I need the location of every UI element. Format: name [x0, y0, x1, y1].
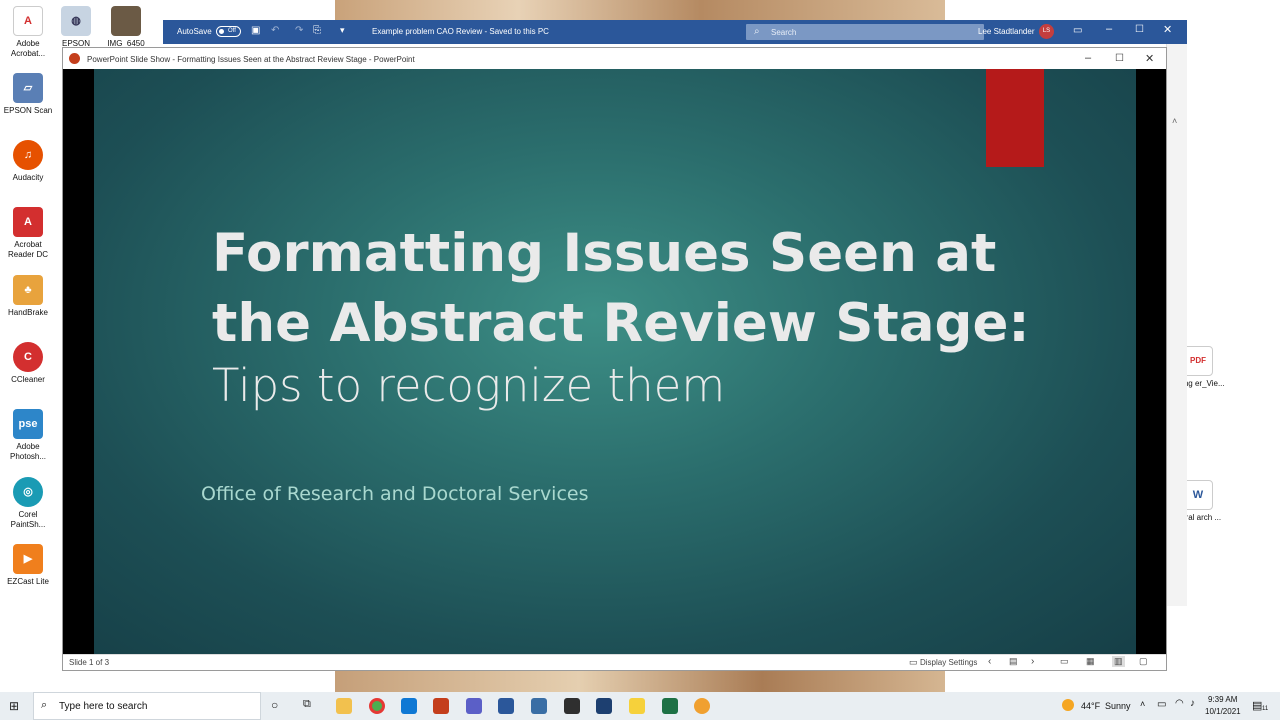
search-icon: ⌕: [754, 26, 760, 37]
taskbar: ⊞ ⌕ Type here to search ○ ⧉ 44°F Sunny ˄…: [0, 692, 1280, 720]
word-icon[interactable]: [498, 698, 514, 714]
audacity-icon: ♫: [13, 140, 43, 170]
slide-subtitle: Tips to recognize them: [212, 359, 726, 412]
volume-icon[interactable]: ♪: [1190, 698, 1195, 709]
handbrake-icon: ♣: [13, 275, 43, 305]
ccleaner-icon: C: [13, 342, 43, 372]
desktop-icon-handbrake[interactable]: ♣ HandBrake: [0, 275, 56, 318]
wifi-icon[interactable]: ◠: [1175, 698, 1184, 709]
word-document-title: Example problem CAO Review - Saved to th…: [372, 27, 549, 36]
search-icon: ⌕: [41, 699, 48, 711]
image-thumbnail-icon: [111, 6, 141, 36]
task-view-icon[interactable]: ⧉: [303, 698, 311, 711]
pdf-file-icon: PDF: [1183, 346, 1213, 376]
sticky-notes-icon[interactable]: [629, 698, 645, 714]
desktop-icon-ezcast[interactable]: ▶ EZCast Lite: [0, 544, 56, 587]
powerpoint-icon[interactable]: [433, 698, 449, 714]
jetbrains-icon[interactable]: [531, 698, 547, 714]
terminal-icon[interactable]: [564, 698, 580, 714]
acrobat-reader-icon: A: [13, 207, 43, 237]
normal-view-icon[interactable]: ▭: [1060, 656, 1069, 667]
autosave-label: AutoSave: [177, 27, 212, 36]
chevron-up-icon[interactable]: ˄: [1140, 699, 1145, 709]
taskbar-search-box[interactable]: ⌕ Type here to search: [33, 692, 261, 720]
ribbon-display-icon[interactable]: ▭: [1073, 25, 1082, 36]
desktop-icon-epson[interactable]: ◍ EPSON: [48, 6, 104, 49]
weather-temperature[interactable]: 44°F: [1081, 701, 1100, 711]
photoshop-elements-icon: pse: [13, 409, 43, 439]
slide-title: Formatting Issues Seen at the Abstract R…: [212, 223, 1030, 354]
network-icon[interactable]: ▭: [1157, 699, 1166, 710]
slideshow-window: PowerPoint Slide Show - Formatting Issue…: [62, 47, 1167, 671]
desktop-icon-acrobat-reader[interactable]: A Acrobat Reader DC: [0, 207, 56, 260]
slide-sorter-icon[interactable]: ▦: [1086, 656, 1095, 667]
clock-time[interactable]: 9:39 AM: [1208, 695, 1237, 704]
close-icon[interactable]: ✕: [1163, 23, 1172, 36]
word-file-icon: W: [1183, 480, 1213, 510]
desktop-icon-photoshop[interactable]: pse Adobe Photosh...: [0, 409, 56, 462]
word-title-bar: AutoSave Off ▣ ↶ ↷ ⎘ ▾ Example problem C…: [163, 20, 1187, 44]
zoom-icon[interactable]: [596, 698, 612, 714]
slide-counter: Slide 1 of 3: [69, 658, 110, 667]
maximize-icon[interactable]: ☐: [1135, 24, 1144, 35]
scanner-icon: ▱: [13, 73, 43, 103]
reading-view-icon[interactable]: ▥: [1112, 656, 1125, 667]
minimize-icon[interactable]: –: [1085, 52, 1091, 64]
corel-icon: ◎: [13, 477, 43, 507]
redo-icon[interactable]: ↷: [295, 25, 303, 36]
desktop-icon-audacity[interactable]: ♫ Audacity: [0, 140, 56, 183]
ezcast-icon: ▶: [13, 544, 43, 574]
customize-toolbar-icon[interactable]: ▾: [340, 25, 345, 36]
word-scrollbar[interactable]: ˄: [1166, 44, 1187, 606]
minimize-icon[interactable]: –: [1106, 23, 1112, 35]
app-icon[interactable]: [694, 698, 710, 714]
chrome-icon[interactable]: [369, 698, 385, 714]
desktop-right: [1187, 0, 1280, 690]
slide-organization: Office of Research and Doctoral Services: [201, 483, 589, 505]
display-settings-icon[interactable]: ▭: [909, 657, 918, 668]
weather-icon: [1062, 699, 1074, 711]
desktop-wallpaper-bottom: [335, 668, 945, 692]
desktop-icon-epson-scan[interactable]: ▱ EPSON Scan: [0, 73, 56, 116]
previous-slide-icon[interactable]: ‹: [988, 656, 991, 667]
autosave-toggle[interactable]: Off: [216, 26, 241, 37]
slideshow-status-bar: Slide 1 of 3 ▭ Display Settings ‹ ▤ › ▭ …: [63, 654, 1166, 670]
close-icon[interactable]: ✕: [1145, 52, 1154, 65]
file-explorer-icon[interactable]: [336, 698, 352, 714]
accent-bar: [986, 69, 1044, 167]
slideshow-window-title: PowerPoint Slide Show - Formatting Issue…: [87, 55, 415, 64]
slide-canvas[interactable]: Formatting Issues Seen at the Abstract R…: [94, 69, 1136, 655]
slideshow-title-bar: PowerPoint Slide Show - Formatting Issue…: [63, 48, 1166, 69]
excel-icon[interactable]: [662, 698, 678, 714]
powerpoint-icon: [69, 53, 80, 64]
maximize-icon[interactable]: ☐: [1115, 53, 1124, 64]
notifications-icon[interactable]: ▤: [1252, 699, 1262, 712]
undo-icon[interactable]: ↶: [271, 25, 279, 36]
outlook-icon[interactable]: [401, 698, 417, 714]
acrobat-icon: A: [13, 6, 43, 36]
desktop-icon-corel[interactable]: ◎ Corel PaintSh...: [0, 477, 56, 530]
desktop-icon-ccleaner[interactable]: C CCleaner: [0, 342, 56, 385]
desktop-icon-img-6450[interactable]: IMG_6450: [98, 6, 154, 49]
user-name: Lee Stadtlander: [978, 27, 1035, 36]
weather-condition[interactable]: Sunny: [1105, 701, 1131, 711]
clock-date[interactable]: 10/1/2021: [1205, 707, 1241, 716]
notification-count: 11: [1262, 706, 1269, 712]
slideshow-view-icon[interactable]: ▢: [1139, 656, 1148, 667]
avatar[interactable]: LS: [1039, 24, 1054, 39]
windows-start-icon[interactable]: ⊞: [9, 699, 19, 713]
display-settings-button[interactable]: Display Settings: [920, 658, 977, 667]
chevron-up-icon[interactable]: ˄: [1172, 116, 1177, 126]
epson-icon: ◍: [61, 6, 91, 36]
cortana-icon[interactable]: ○: [271, 698, 278, 712]
word-search-box[interactable]: ⌕ Search: [746, 24, 984, 40]
teams-icon[interactable]: [466, 698, 482, 714]
next-slide-icon[interactable]: ›: [1031, 656, 1034, 667]
touch-mode-icon[interactable]: ⎘: [313, 25, 321, 36]
desktop-wallpaper: [335, 0, 945, 20]
slide-menu-icon[interactable]: ▤: [1009, 656, 1018, 667]
save-icon[interactable]: ▣: [251, 25, 260, 36]
